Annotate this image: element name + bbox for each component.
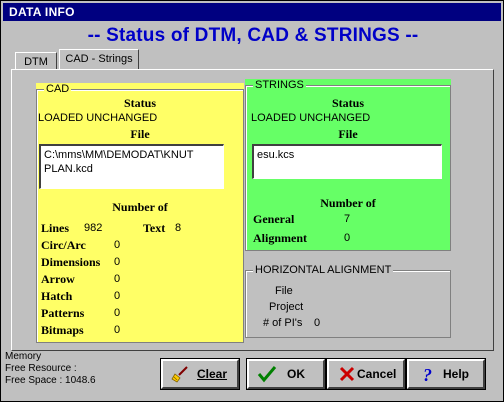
cad-file-label: File [130,127,150,141]
strings-status-label: Status [331,96,364,110]
question-icon: ? [423,365,432,384]
cad-text-value: 8 [175,222,182,234]
cad-dimensions-value: 0 [114,256,121,268]
cad-group: CAD Status LOADED UNCHANGED File C:\mms\… [36,83,244,343]
cad-lines-value: 982 [84,222,103,234]
cad-number-of-label: Number of [112,200,168,214]
title-bar[interactable]: DATA INFO [3,3,501,21]
cancel-button-label: Cancel [357,367,397,381]
cad-arrow-value: 0 [114,273,121,285]
ha-file-label: File [275,285,293,297]
data-info-window: DATA INFO -- Status of DTM, CAD & STRING… [0,0,504,402]
strings-file-field[interactable]: esu.kcs [252,144,442,179]
cad-file-field[interactable]: C:\mms\MM\DEMODAT\KNUT PLAN.kcd [39,144,224,189]
cad-status-value: LOADED UNCHANGED [38,112,158,124]
cancel-button[interactable]: Cancel [327,359,405,389]
cad-arrow-label: Arrow [41,272,75,286]
tab-cad-strings[interactable]: CAD - Strings [59,49,139,71]
tab-cad-strings-label: CAD - Strings [65,53,133,65]
x-icon [339,366,355,382]
cad-legend: CAD [44,83,72,95]
strings-number-of-label: Number of [320,196,376,210]
strings-alignment-value: 0 [344,232,351,244]
cad-status-label: Status [123,96,156,110]
memory-label: Memory [5,351,42,362]
strings-file-label: File [338,127,358,141]
svg-text:?: ? [423,365,432,384]
strings-status-value: LOADED UNCHANGED [251,112,371,124]
strings-alignment-label: Alignment [253,231,307,245]
cad-circarc-value: 0 [114,239,121,251]
clear-button[interactable]: Clear [161,359,239,389]
cad-dimensions-label: Dimensions [41,255,101,269]
strings-group: STRINGS Status LOADED UNCHANGED File esu… [245,79,451,251]
ha-pis-label: # of PI's [263,317,303,329]
strings-general-value: 7 [344,213,351,225]
ok-button-label: OK [287,367,305,381]
help-button[interactable]: ? Help [407,359,485,389]
ha-project-label: Project [269,301,304,313]
clear-button-label: Clear [197,367,228,381]
tab-panel: CAD Status LOADED UNCHANGED File C:\mms\… [11,69,494,351]
help-button-label: Help [443,367,470,381]
tab-dtm-label: DTM [24,56,48,68]
free-resource-label: Free Resource : [5,363,77,374]
horizontal-alignment-group: HORIZONTAL ALIGNMENT File Project # of P… [245,264,451,338]
strings-general-label: General [253,212,295,226]
window-title: DATA INFO [9,5,75,19]
cad-circarc-label: Circ/Arc [41,238,86,252]
cad-hatch-label: Hatch [41,289,73,303]
broom-icon [171,366,188,383]
cad-lines-label: Lines [41,221,70,235]
cad-bitmaps-value: 0 [114,324,121,336]
horizontal-alignment-legend: HORIZONTAL ALIGNMENT [253,264,394,276]
page-heading: -- Status of DTM, CAD & STRINGS -- [87,25,419,46]
check-icon [257,366,277,383]
cad-patterns-label: Patterns [41,306,85,320]
cad-hatch-value: 0 [114,290,121,302]
memory-status: Memory Free Resource : Free Space : 1048… [5,351,96,387]
strings-legend: STRINGS [253,79,306,91]
cad-patterns-value: 0 [114,307,121,319]
cad-text-label: Text [143,221,166,235]
ha-pis-value: 0 [314,317,321,329]
free-space-label: Free Space : 1048.6 [5,375,96,386]
ok-button[interactable]: OK [247,359,325,389]
cad-bitmaps-label: Bitmaps [41,323,84,337]
